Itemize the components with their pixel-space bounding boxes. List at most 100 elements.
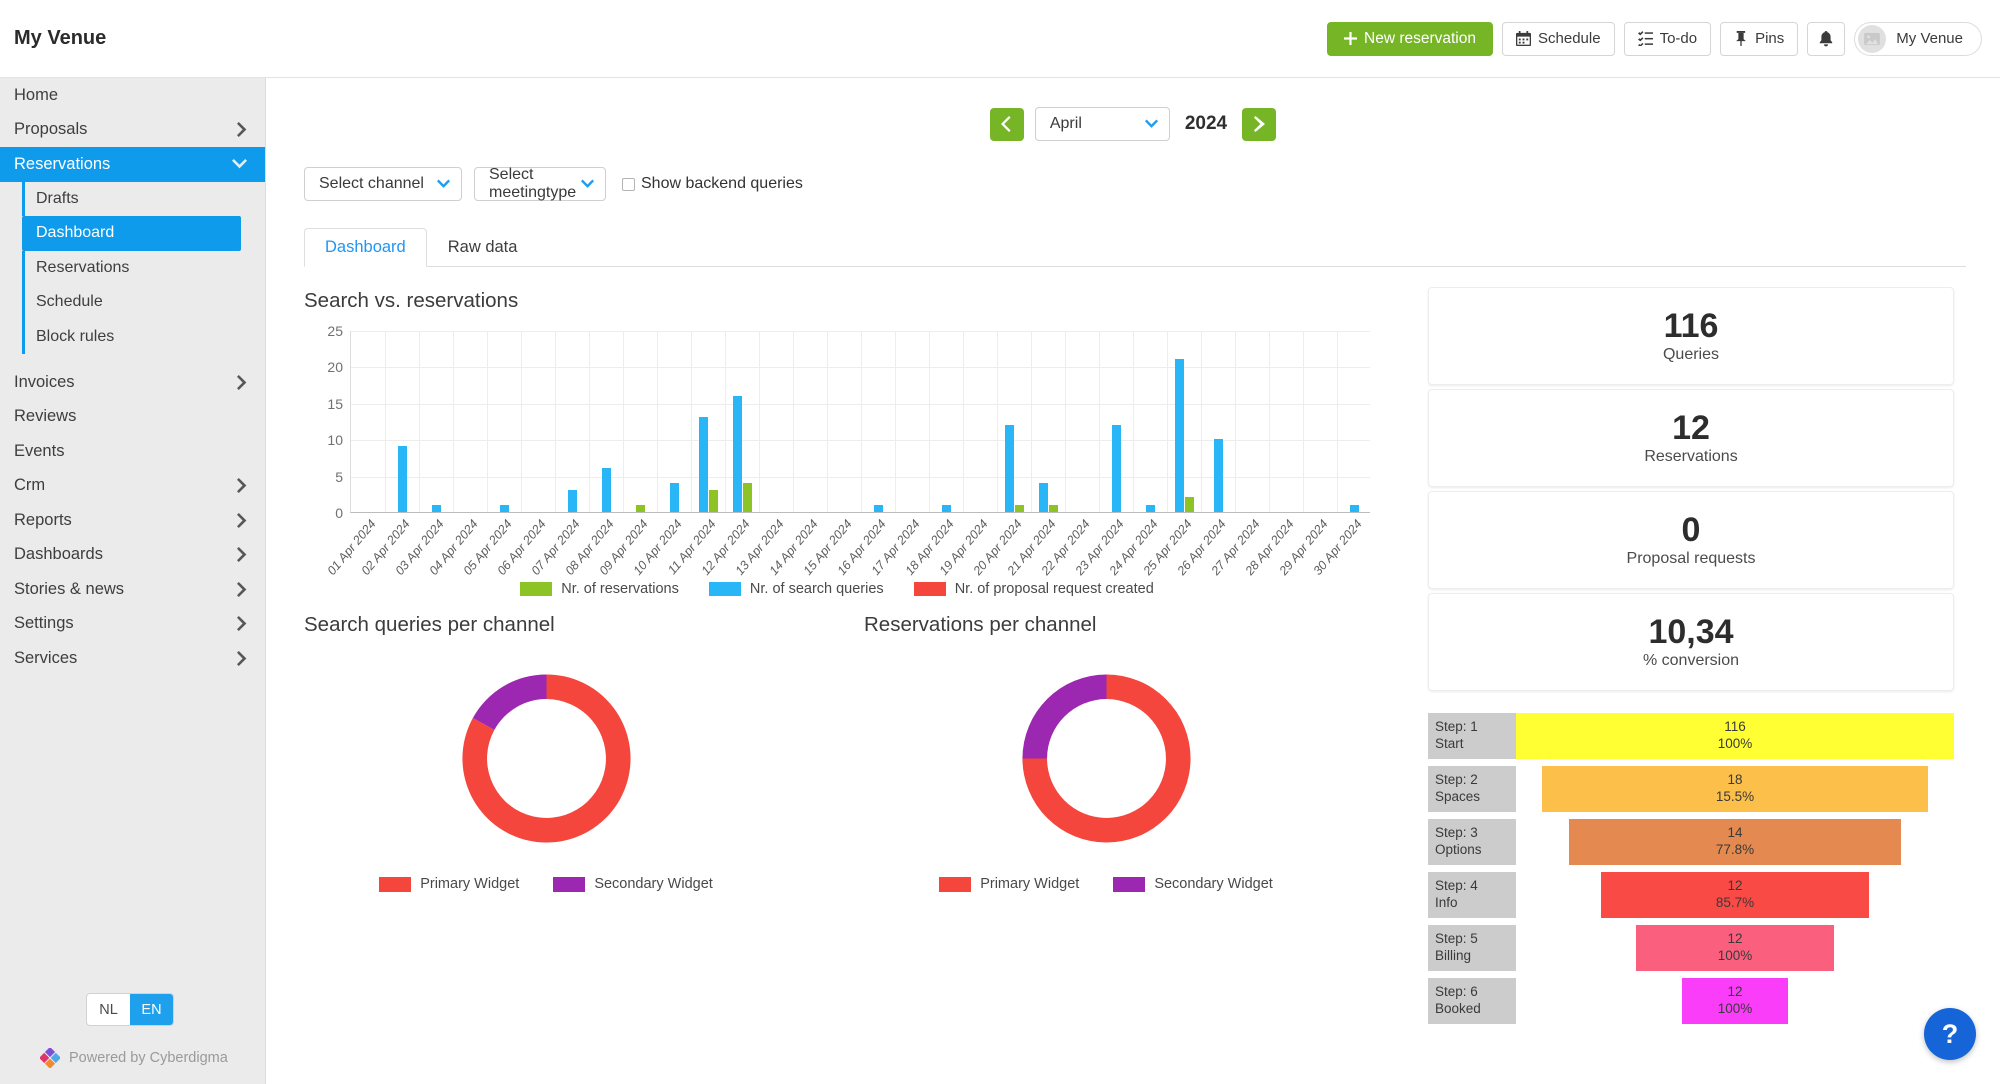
sidebar-item-home[interactable]: Home [0,78,265,113]
bar-group[interactable] [691,331,725,512]
bar-group[interactable] [997,331,1031,512]
sidebar-subitem-schedule[interactable]: Schedule [22,285,265,320]
sidebar-subitem-block-rules[interactable]: Block rules [22,320,265,355]
bar-group[interactable] [861,331,895,512]
bar-group[interactable] [589,331,623,512]
bar-group[interactable] [1133,331,1167,512]
bar-group[interactable] [1099,331,1133,512]
bar[interactable] [432,505,441,512]
sidebar-subitem-drafts[interactable]: Drafts [22,182,265,217]
sidebar-item-reservations[interactable]: Reservations [0,147,265,182]
bar-group[interactable] [351,331,385,512]
bar[interactable] [1049,505,1058,512]
sidebar-item-proposals[interactable]: Proposals [0,113,265,148]
bar[interactable] [1005,425,1014,512]
funnel-bar[interactable]: 18 15.5% [1542,766,1927,812]
bar-group[interactable] [385,331,419,512]
bar-group[interactable] [759,331,793,512]
sidebar-item-crm[interactable]: Crm [0,469,265,504]
bar[interactable] [1015,505,1024,512]
bar-group[interactable] [623,331,657,512]
bar-group[interactable] [453,331,487,512]
funnel-bar[interactable]: 12 100% [1636,925,1833,971]
sidebar-item-invoices[interactable]: Invoices [0,365,265,400]
help-button[interactable]: ? [1924,1008,1976,1060]
bar-group[interactable] [657,331,691,512]
todo-button[interactable]: To-do [1624,22,1712,56]
bar-group[interactable] [419,331,453,512]
tab-raw-data[interactable]: Raw data [427,228,539,267]
sidebar-item-dashboards[interactable]: Dashboards [0,538,265,573]
funnel-bar[interactable]: 116 100% [1516,713,1954,759]
bar-group[interactable] [1303,331,1337,512]
user-menu[interactable]: My Venue [1854,22,1982,56]
schedule-button[interactable]: Schedule [1502,22,1615,56]
funnel-bar[interactable]: 12 85.7% [1601,872,1868,918]
bar-group[interactable] [1167,331,1201,512]
bar[interactable] [1112,425,1121,512]
bar-group[interactable] [555,331,589,512]
backend-queries-checkbox-row[interactable]: Show backend queries [622,175,803,193]
funnel-row: Step: 5 Billing 12 100% [1428,925,1954,971]
bar[interactable] [874,505,883,512]
bar[interactable] [699,417,708,512]
bar[interactable] [398,446,407,512]
bar-group[interactable] [521,331,555,512]
bar[interactable] [1175,359,1184,512]
bar[interactable] [1039,483,1048,512]
bar-group[interactable] [725,331,759,512]
notifications-button[interactable] [1807,22,1845,56]
bar-group[interactable] [793,331,827,512]
language-toggle[interactable]: NL EN [86,993,174,1026]
lang-en[interactable]: EN [130,994,173,1025]
bar-group[interactable] [963,331,997,512]
bar[interactable] [743,483,752,512]
pins-button[interactable]: Pins [1720,22,1798,56]
bar[interactable] [1214,439,1223,512]
bar-group[interactable] [1065,331,1099,512]
sidebar-subitem-reservations[interactable]: Reservations [22,251,265,286]
bar-group[interactable] [827,331,861,512]
sidebar-item-reports[interactable]: Reports [0,503,265,538]
sidebar-item-services[interactable]: Services [0,641,265,676]
funnel-bar[interactable]: 12 100% [1682,978,1787,1024]
bar[interactable] [602,468,611,512]
channel-select[interactable]: Select channel [304,167,462,201]
bar-group[interactable] [895,331,929,512]
bar[interactable] [670,483,679,512]
sidebar-subitem-dashboard[interactable]: Dashboard [22,216,241,251]
bar[interactable] [1185,497,1194,512]
bell-icon [1819,31,1833,47]
topbar-actions: New reservation Schedule [1327,22,2000,56]
bar[interactable] [733,396,742,512]
bar[interactable] [636,505,645,512]
bar[interactable] [500,505,509,512]
funnel-bar[interactable]: 14 77.8% [1569,819,1902,865]
backend-queries-checkbox[interactable] [622,178,635,191]
next-month-button[interactable] [1242,108,1276,141]
donut-slice[interactable] [472,674,546,729]
sidebar-item-stories-news[interactable]: Stories & news [0,572,265,607]
bar-group[interactable] [1269,331,1303,512]
bar-group[interactable] [1337,331,1371,512]
prev-month-button[interactable] [990,108,1024,141]
sidebar-item-reviews[interactable]: Reviews [0,400,265,435]
meetingtype-select[interactable]: Select meetingtype [474,167,606,201]
bar-group[interactable] [1201,331,1235,512]
sidebar-item-events[interactable]: Events [0,434,265,469]
sidebar-item-settings[interactable]: Settings [0,607,265,642]
month-select[interactable]: April [1035,107,1170,141]
new-reservation-button[interactable]: New reservation [1327,22,1493,56]
bar[interactable] [1146,505,1155,512]
bar[interactable] [1350,505,1359,512]
bar[interactable] [942,505,951,512]
lang-nl[interactable]: NL [87,994,130,1025]
bar[interactable] [568,490,577,512]
donut-slice[interactable] [1022,674,1106,758]
bar[interactable] [709,490,718,512]
bar-group[interactable] [929,331,963,512]
bar-group[interactable] [487,331,521,512]
tab-dashboard[interactable]: Dashboard [304,228,427,267]
bar-group[interactable] [1235,331,1269,512]
bar-group[interactable] [1031,331,1065,512]
